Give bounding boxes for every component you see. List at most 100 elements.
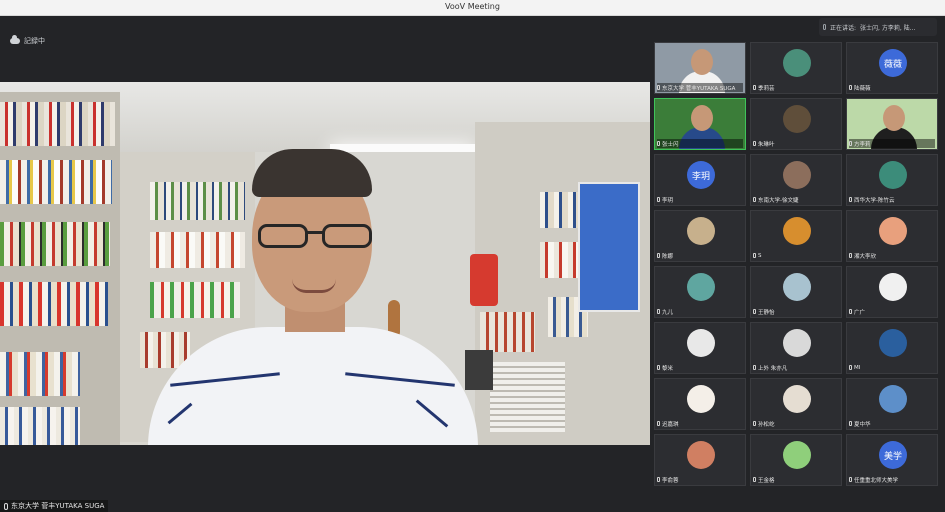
participant-gallery[interactable]: 正在讲话: 张士闪, 方李莉, 陆... 东京大学 菅丰YUTAKA SUGA 季… xyxy=(650,16,945,512)
book-row xyxy=(0,222,110,266)
participant-name: MI xyxy=(854,364,861,371)
participant-name: 黎米 xyxy=(662,365,674,372)
participant-label: 季莉芸 xyxy=(753,83,839,92)
participant-tile[interactable]: 王静怡 xyxy=(750,266,842,318)
participant-avatar xyxy=(879,161,907,189)
participant-avatar: 美学 xyxy=(879,441,907,469)
microphone-icon xyxy=(657,253,660,258)
participant-tile[interactable]: 张士闪 xyxy=(654,98,746,150)
participant-label: 湘大李欣 xyxy=(849,251,935,260)
microphone-icon xyxy=(657,309,660,314)
participant-face xyxy=(883,105,905,131)
main-speaker-area[interactable]: 記録中 东京大学 菅丰YUTAKA SUGA xyxy=(0,16,650,512)
glasses xyxy=(258,224,376,250)
book-row xyxy=(0,160,112,204)
participant-name: 朱琳叶 xyxy=(758,141,775,148)
participant-tile[interactable]: 东南大学-徐文婕 xyxy=(750,154,842,206)
participant-label: 上外 朱亦凡 xyxy=(753,363,839,372)
participant-label: 西华大学-陈竹云 xyxy=(849,195,935,204)
microphone-icon xyxy=(849,477,852,482)
participant-tile[interactable]: 湘大李欣 xyxy=(846,210,938,262)
recording-label: 記録中 xyxy=(24,37,45,45)
participant-label: 九儿 xyxy=(657,307,743,316)
participant-face xyxy=(691,49,713,75)
participant-name: 迟嘉琪 xyxy=(662,421,679,428)
participant-tile[interactable]: 季莉芸 xyxy=(750,42,842,94)
participant-name: 李玥 xyxy=(662,197,674,204)
participant-tile[interactable]: 李俞蓉 xyxy=(654,434,746,486)
participant-tile[interactable]: 方李莉 xyxy=(846,98,938,150)
participant-avatar xyxy=(879,385,907,413)
participant-label: 张士闪 xyxy=(657,139,743,148)
main-speaker-video[interactable] xyxy=(0,82,650,445)
participant-avatar xyxy=(687,329,715,357)
microphone-icon xyxy=(753,477,756,482)
participant-name: 方李莉 xyxy=(854,141,871,148)
participant-tile[interactable]: 陈娜 xyxy=(654,210,746,262)
participant-label: 迟嘉琪 xyxy=(657,419,743,428)
participant-tile[interactable]: S xyxy=(750,210,842,262)
participant-tile[interactable]: 西华大学-陈竹云 xyxy=(846,154,938,206)
cloud-icon xyxy=(10,35,20,44)
participant-tile[interactable]: MI xyxy=(846,322,938,374)
book-row xyxy=(0,282,108,326)
participant-avatar xyxy=(879,329,907,357)
participant-tile[interactable]: 广广 xyxy=(846,266,938,318)
participant-avatar xyxy=(687,273,715,301)
book-row xyxy=(480,312,535,352)
participant-tile[interactable]: 薇薇陆薇薇 xyxy=(846,42,938,94)
participant-avatar xyxy=(687,441,715,469)
participant-name: 湘大李欣 xyxy=(854,253,877,260)
book-row xyxy=(0,102,115,146)
participant-tile[interactable]: 孙松屹 xyxy=(750,378,842,430)
book-row xyxy=(150,282,240,318)
participant-name: 上外 朱亦凡 xyxy=(758,365,788,372)
microphone-icon xyxy=(753,365,756,370)
book-row xyxy=(0,407,80,445)
window-title: VooV Meeting xyxy=(445,2,500,11)
participant-name: 东南大学-徐文婕 xyxy=(758,197,799,204)
participant-tile[interactable]: 夏中华 xyxy=(846,378,938,430)
speaking-names: 张士闪, 方李莉, 陆... xyxy=(860,24,916,32)
microphone-icon xyxy=(849,141,852,146)
participant-tile[interactable]: 王金格 xyxy=(750,434,842,486)
speaker-hair xyxy=(252,149,372,197)
microphone-icon xyxy=(753,421,756,426)
participant-label: 陈娜 xyxy=(657,251,743,260)
participant-label: MI xyxy=(849,363,935,372)
red-ornament xyxy=(470,254,498,306)
participant-tile[interactable]: 上外 朱亦凡 xyxy=(750,322,842,374)
microphone-icon xyxy=(657,85,660,90)
participant-label: 黎米 xyxy=(657,363,743,372)
participant-name: 西华大学-陈竹云 xyxy=(854,197,895,204)
participant-label: S xyxy=(753,251,839,260)
title-bar: VooV Meeting xyxy=(0,0,945,16)
microphone-icon xyxy=(753,253,756,258)
participant-name: 东京大学 菅丰YUTAKA SUGA xyxy=(662,85,736,92)
participant-name: 陆薇薇 xyxy=(854,85,871,92)
participant-name: 夏中华 xyxy=(854,421,871,428)
microphone-icon xyxy=(849,309,852,314)
microphone-icon xyxy=(849,85,852,90)
participant-tile[interactable]: 美学 任重重北师大美学 xyxy=(846,434,938,486)
participant-avatar xyxy=(783,161,811,189)
participant-label: 孙松屹 xyxy=(753,419,839,428)
microphone-icon xyxy=(849,365,852,370)
paper-stack xyxy=(490,362,565,432)
participant-tile[interactable]: 九儿 xyxy=(654,266,746,318)
participant-tile[interactable]: 迟嘉琪 xyxy=(654,378,746,430)
participant-label: 王静怡 xyxy=(753,307,839,316)
participant-tile[interactable]: 朱琳叶 xyxy=(750,98,842,150)
recording-indicator: 記録中 xyxy=(10,35,45,46)
microphone-icon xyxy=(657,141,660,146)
participant-avatar xyxy=(783,385,811,413)
participant-label: 李玥 xyxy=(657,195,743,204)
participant-label: 陆薇薇 xyxy=(849,83,935,92)
participant-avatar: 薇薇 xyxy=(879,49,907,77)
poster xyxy=(578,182,640,312)
microphone-icon xyxy=(753,309,756,314)
participant-name: 李俞蓉 xyxy=(662,477,679,484)
participant-tile[interactable]: 东京大学 菅丰YUTAKA SUGA xyxy=(654,42,746,94)
participant-tile[interactable]: 黎米 xyxy=(654,322,746,374)
participant-tile[interactable]: 李玥 李玥 xyxy=(654,154,746,206)
